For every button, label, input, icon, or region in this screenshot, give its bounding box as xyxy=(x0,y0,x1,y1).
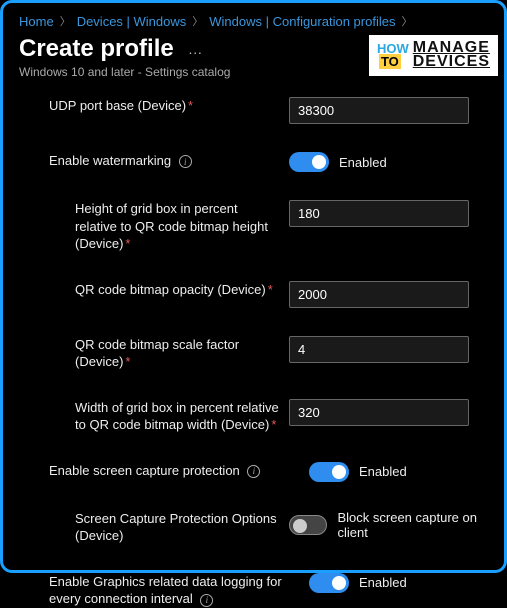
graphics-logging-toggle[interactable] xyxy=(309,573,349,593)
breadcrumb-profiles[interactable]: Windows | Configuration profiles xyxy=(209,14,395,29)
more-icon[interactable]: ··· xyxy=(188,44,202,60)
grid-width-input[interactable] xyxy=(289,399,469,426)
info-icon[interactable]: i xyxy=(179,155,192,168)
udp-port-input[interactable] xyxy=(289,97,469,124)
chevron-right-icon: 〉 xyxy=(401,13,412,29)
grid-height-label: Height of grid box in percent relative t… xyxy=(75,200,289,253)
chevron-right-icon: 〉 xyxy=(60,13,71,29)
screen-capture-options-label: Screen Capture Protection Options (Devic… xyxy=(75,510,289,545)
breadcrumb-devices[interactable]: Devices | Windows xyxy=(77,14,187,29)
info-icon[interactable]: i xyxy=(247,465,260,478)
page-subtitle: Windows 10 and later - Settings catalog xyxy=(19,65,230,79)
screen-capture-state: Enabled xyxy=(359,464,407,479)
info-icon[interactable]: i xyxy=(200,594,213,607)
chevron-right-icon: 〉 xyxy=(192,13,203,29)
qr-scale-label: QR code bitmap scale factor (Device)* xyxy=(75,336,289,371)
screen-capture-label: Enable screen capture protection i xyxy=(49,462,309,480)
breadcrumb: Home 〉 Devices | Windows 〉 Windows | Con… xyxy=(19,13,504,29)
logo-to: TO xyxy=(379,54,401,69)
graphics-logging-label: Enable Graphics related data logging for… xyxy=(49,573,309,608)
qr-scale-input[interactable] xyxy=(289,336,469,363)
enable-watermarking-label: Enable watermarking i xyxy=(49,152,289,170)
logo-devices: DEVICES xyxy=(413,53,490,70)
enable-watermarking-state: Enabled xyxy=(339,155,387,170)
qr-opacity-input[interactable] xyxy=(289,281,469,308)
enable-watermarking-toggle[interactable] xyxy=(289,152,329,172)
grid-height-input[interactable] xyxy=(289,200,469,227)
graphics-logging-state: Enabled xyxy=(359,575,407,590)
qr-opacity-label: QR code bitmap opacity (Device)* xyxy=(75,281,289,299)
screen-capture-options-toggle[interactable] xyxy=(289,515,327,535)
grid-width-label: Width of grid box in percent relative to… xyxy=(75,399,289,434)
brand-logo: HOW TO MANAGE DEVICES xyxy=(369,35,498,76)
page-title: Create profile xyxy=(19,35,174,63)
screen-capture-toggle[interactable] xyxy=(309,462,349,482)
breadcrumb-home[interactable]: Home xyxy=(19,14,54,29)
udp-port-label: UDP port base (Device)* xyxy=(49,97,289,115)
screen-capture-options-state: Block screen capture on client xyxy=(337,510,504,540)
